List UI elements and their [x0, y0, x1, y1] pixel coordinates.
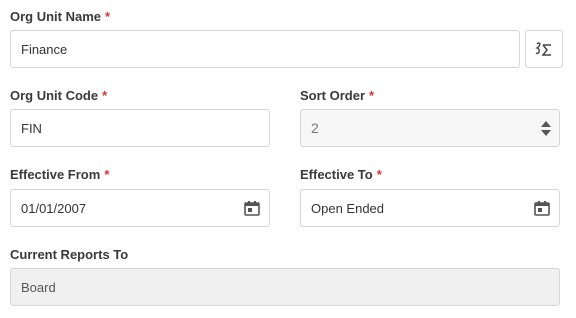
effective-from-label: Effective From *: [10, 167, 109, 182]
required-marker: *: [105, 9, 111, 24]
translate-sigma-icon: [535, 42, 551, 56]
sort-order-input[interactable]: 2: [300, 109, 560, 147]
current-reports-to-field: Board: [10, 268, 560, 306]
sort-order-spinner[interactable]: [533, 110, 559, 146]
current-reports-to-label: Current Reports To: [10, 247, 128, 262]
effective-from-value: 01/01/2007: [21, 200, 87, 216]
effective-to-label: Effective To *: [300, 167, 382, 182]
effective-to-input[interactable]: Open Ended: [300, 189, 560, 227]
effective-from-label-text: Effective From: [10, 167, 101, 182]
required-marker: *: [369, 88, 375, 103]
current-reports-to-value: Board: [21, 279, 56, 295]
org-unit-name-label: Org Unit Name *: [10, 9, 110, 24]
org-unit-name-value: Finance: [21, 41, 68, 57]
required-marker: *: [376, 167, 382, 182]
current-reports-to-label-text: Current Reports To: [10, 247, 129, 262]
org-unit-name-input[interactable]: Finance: [10, 30, 520, 68]
org-unit-name-label-text: Org Unit Name: [10, 9, 102, 24]
org-unit-code-label-text: Org Unit Code: [10, 88, 99, 103]
sort-order-label-text: Sort Order: [300, 88, 366, 103]
effective-to-calendar-button[interactable]: [525, 190, 559, 226]
effective-from-calendar-button[interactable]: [235, 190, 269, 226]
spin-up-icon[interactable]: [541, 120, 551, 127]
translate-button[interactable]: [525, 30, 563, 68]
required-marker: *: [102, 88, 108, 103]
org-unit-code-label: Org Unit Code *: [10, 88, 107, 103]
effective-from-input[interactable]: 01/01/2007: [10, 189, 270, 227]
required-marker: *: [104, 167, 110, 182]
calendar-icon: [534, 201, 550, 216]
spin-down-icon[interactable]: [541, 129, 551, 136]
effective-to-label-text: Effective To: [300, 167, 373, 182]
org-unit-code-value: FIN: [21, 120, 42, 136]
effective-to-value: Open Ended: [311, 200, 385, 216]
sort-order-value: 2: [311, 120, 319, 136]
org-unit-code-input[interactable]: FIN: [10, 109, 270, 147]
sort-order-label: Sort Order *: [300, 88, 374, 103]
calendar-icon: [244, 201, 260, 216]
